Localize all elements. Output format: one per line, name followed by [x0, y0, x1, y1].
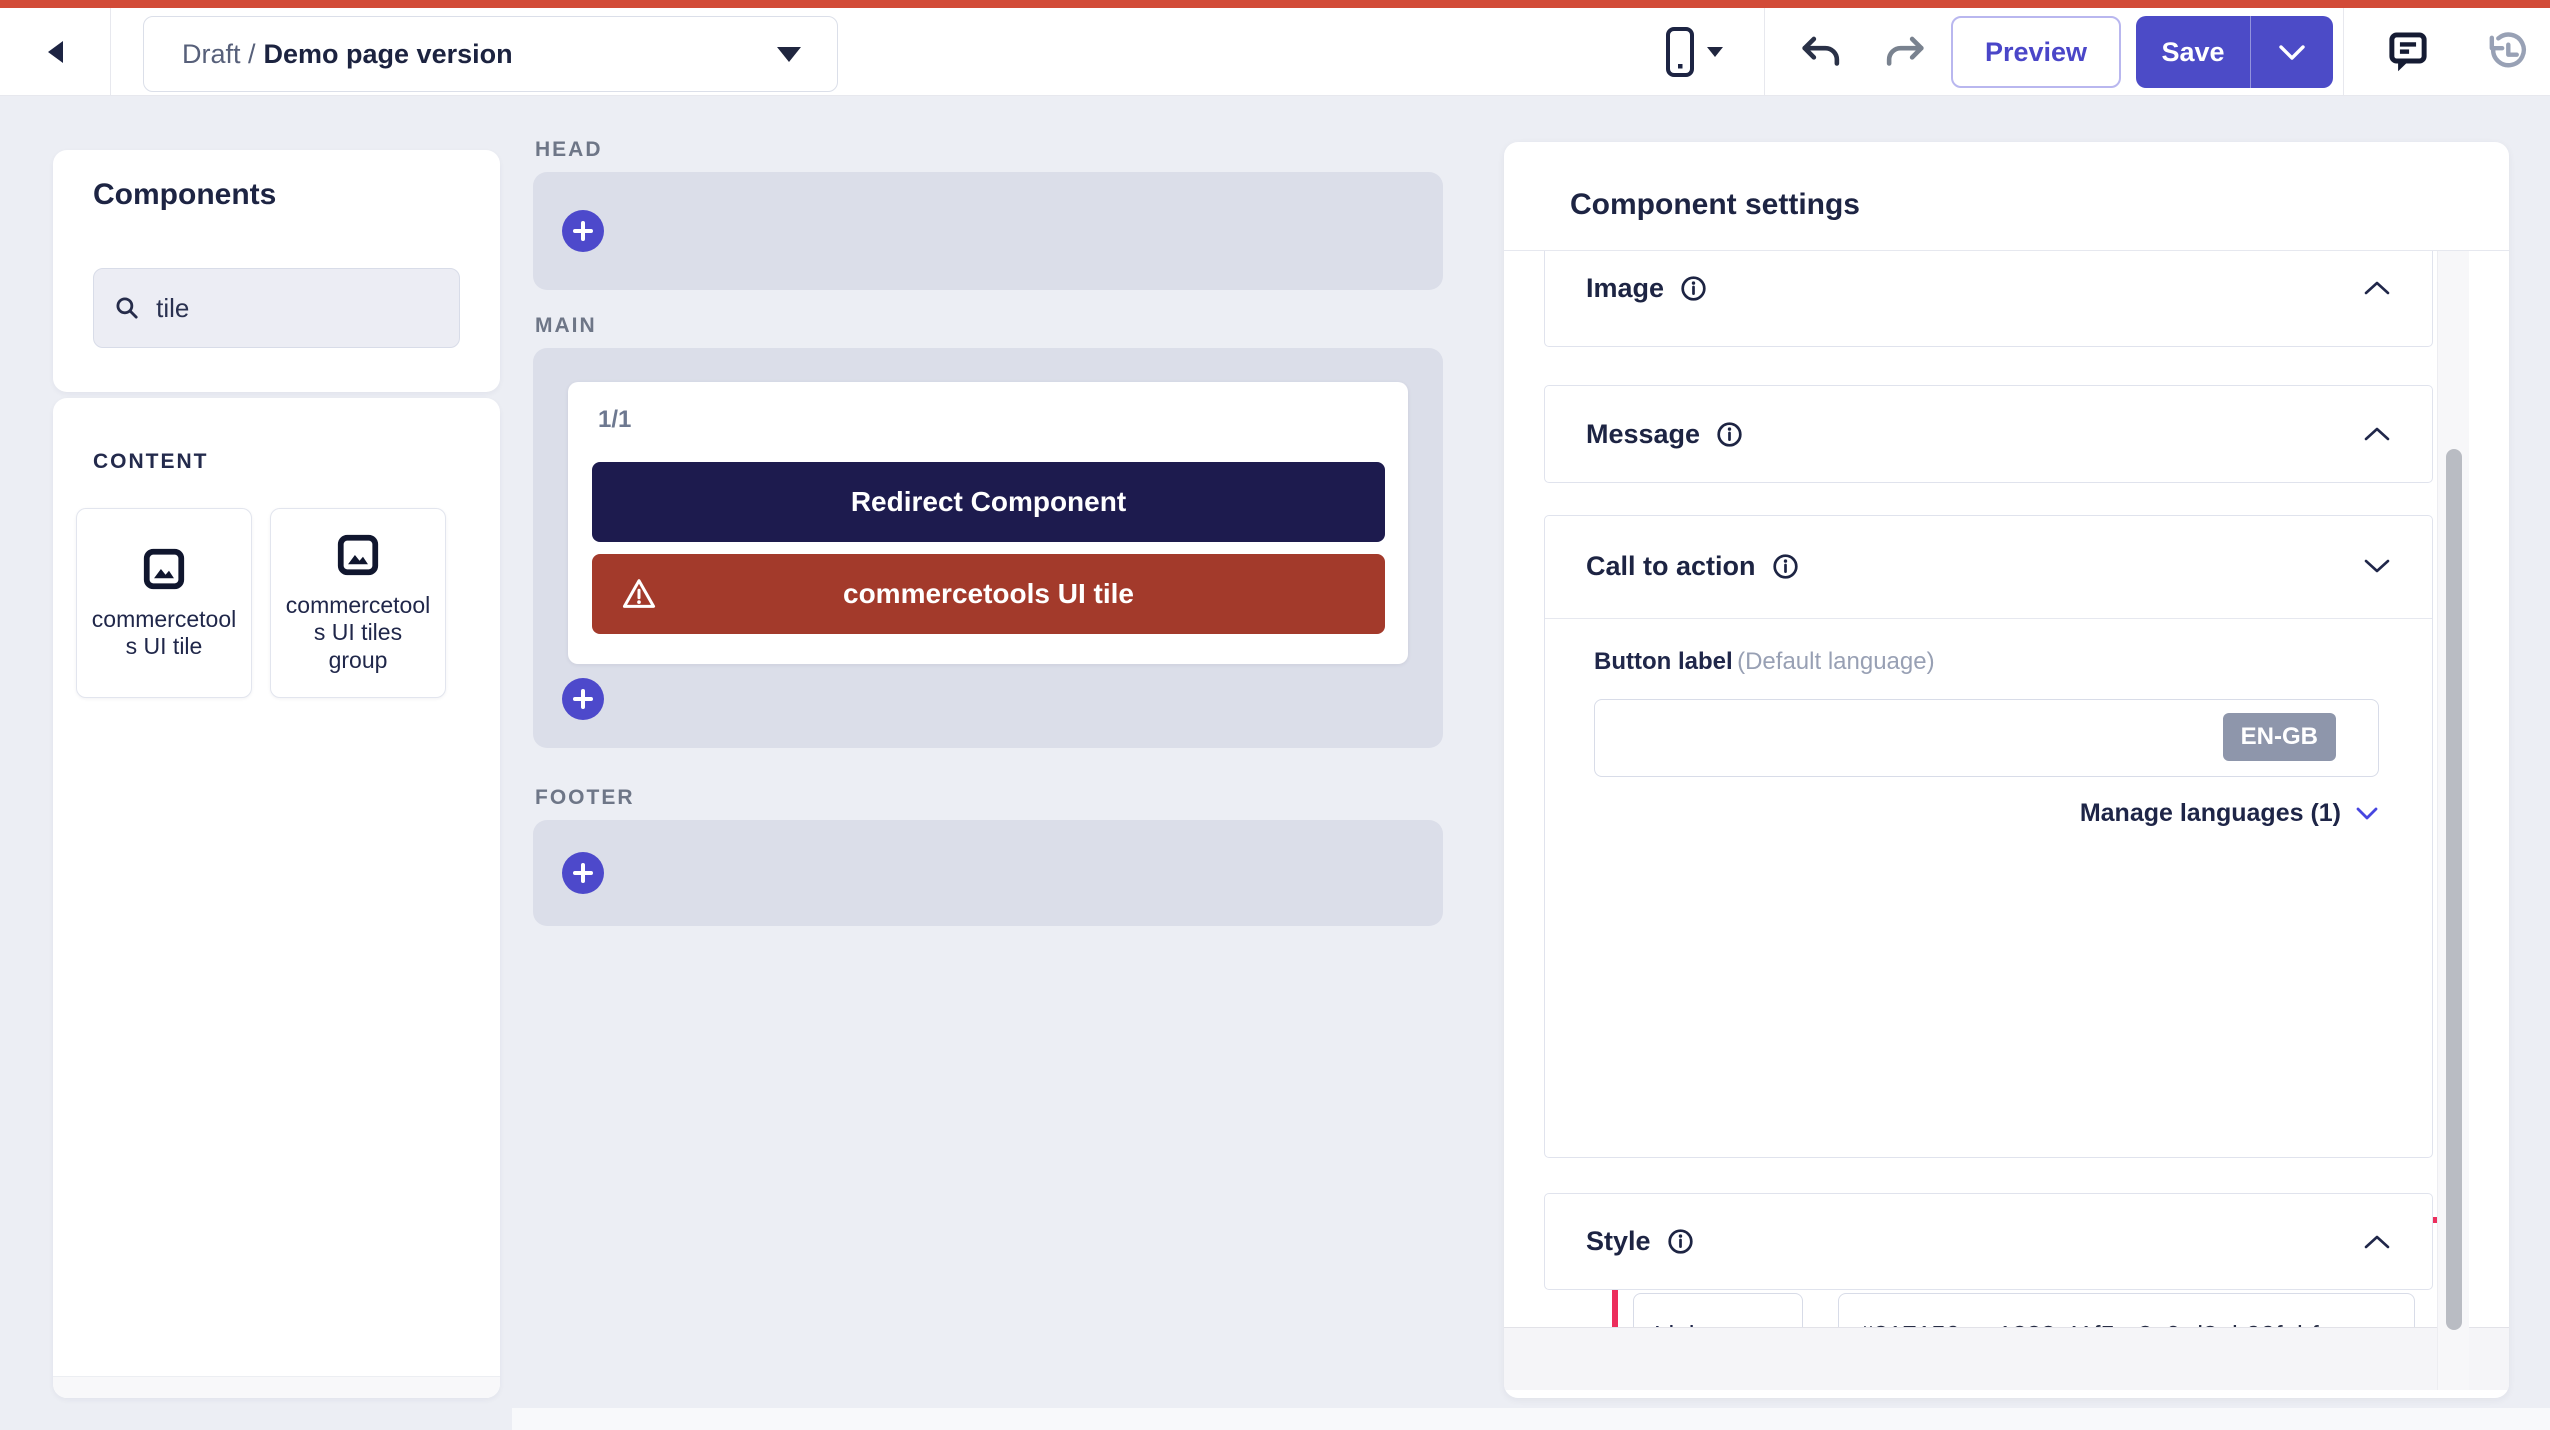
undo-button[interactable] — [1790, 24, 1850, 80]
divider — [1764, 8, 1765, 96]
page-frame: 1/1 Redirect Component commercetools UI … — [568, 382, 1408, 664]
mobile-phone-icon — [1663, 26, 1697, 78]
canvas-bottom-strip — [512, 1408, 2550, 1430]
settings-scrollbar-track — [2437, 251, 2469, 1390]
ui-tile-component-bar[interactable]: commercetools UI tile — [592, 554, 1385, 634]
component-search-input[interactable] — [156, 293, 439, 324]
comment-icon — [2386, 29, 2430, 75]
section-call-to-action: Call to action Button label (Default lan… — [1544, 515, 2433, 1158]
section-message: Message — [1544, 385, 2433, 483]
head-drop-zone — [533, 172, 1443, 290]
section-title: Call to action — [1586, 551, 1756, 582]
section-message-header[interactable]: Message — [1545, 386, 2432, 482]
section-cta-header[interactable]: Call to action — [1545, 516, 2432, 616]
chevron-down-icon — [1707, 47, 1723, 57]
image-icon — [335, 532, 381, 578]
component-search[interactable] — [93, 268, 460, 348]
chevron-up-icon — [2363, 280, 2391, 296]
save-button[interactable]: Save — [2136, 16, 2251, 88]
page-version-dropdown[interactable]: Draft / Demo page version — [143, 16, 838, 92]
component-item-ui-tile[interactable]: commercetools UI tile — [76, 508, 252, 698]
component-bar-label: commercetools UI tile — [843, 578, 1134, 610]
page-indicator: 1/1 — [598, 406, 631, 434]
version-state-label: Draft / — [182, 39, 256, 70]
version-name-label: Demo page version — [264, 39, 513, 70]
comments-button[interactable] — [2376, 24, 2440, 80]
plus-icon — [572, 688, 594, 710]
search-icon — [114, 293, 140, 323]
manage-languages-link[interactable]: Manage languages (1) — [2080, 799, 2341, 828]
section-image-header[interactable]: Image — [1545, 251, 2432, 346]
save-split-button[interactable]: Save — [2136, 16, 2333, 88]
back-button[interactable] — [0, 8, 110, 96]
panel-footer-strip — [53, 1376, 500, 1398]
chevron-up-icon — [2363, 426, 2391, 442]
image-icon — [141, 546, 187, 592]
zone-label-head: HEAD — [535, 138, 603, 162]
save-button-label: Save — [2161, 37, 2224, 68]
main-drop-zone: 1/1 Redirect Component commercetools UI … — [533, 348, 1443, 748]
back-arrow-icon — [48, 41, 63, 63]
component-item-ui-tiles-group[interactable]: commercetools UI tiles group — [270, 508, 446, 698]
info-icon[interactable] — [1680, 275, 1707, 302]
component-settings-panel: Component settings Image Message — [1504, 142, 2509, 1398]
add-component-head-button[interactable] — [562, 210, 604, 252]
redo-icon — [1883, 34, 1929, 70]
undo-icon — [1797, 34, 1843, 70]
components-list-panel: CONTENT commercetools UI tile commerceto… — [53, 398, 500, 1398]
components-panel: Components — [53, 150, 500, 392]
chevron-down-icon — [2363, 558, 2391, 574]
divider — [110, 8, 111, 96]
divider — [1545, 618, 2432, 619]
chevron-up-icon — [2363, 1234, 2391, 1250]
settings-scroll-area: Image Message — [1504, 251, 2509, 1390]
topbar-accent-strip — [0, 0, 2550, 8]
content-section-label: CONTENT — [93, 450, 209, 474]
component-item-label: commercetools UI tiles group — [284, 592, 432, 673]
redirect-component-bar[interactable]: Redirect Component — [592, 462, 1385, 542]
section-style: Style — [1544, 1193, 2433, 1290]
warning-icon — [620, 575, 658, 613]
plus-icon — [572, 862, 594, 884]
save-options-button[interactable] — [2251, 16, 2333, 88]
top-toolbar: Draft / Demo page version Preview Save — [0, 0, 2550, 96]
add-component-footer-button[interactable] — [562, 852, 604, 894]
panel-footer-strip — [1504, 1327, 2509, 1390]
info-icon[interactable] — [1667, 1228, 1694, 1255]
history-clock-icon — [2483, 29, 2529, 75]
component-item-label: commercetools UI tile — [90, 606, 238, 660]
zone-label-footer: FOOTER — [535, 786, 635, 810]
redo-button[interactable] — [1876, 24, 1936, 80]
chevron-down-icon — [777, 47, 801, 62]
section-title: Image — [1586, 273, 1664, 304]
preview-button[interactable]: Preview — [1951, 16, 2121, 88]
section-style-header[interactable]: Style — [1545, 1194, 2432, 1289]
history-button[interactable] — [2474, 24, 2538, 80]
divider — [2343, 8, 2344, 96]
info-icon[interactable] — [1772, 553, 1799, 580]
components-panel-title: Components — [93, 178, 276, 212]
chevron-down-icon — [2278, 44, 2306, 61]
settings-scrollbar-thumb[interactable] — [2446, 449, 2462, 1330]
manage-languages-row: Manage languages (1) — [1594, 799, 2379, 828]
locale-badge: EN-GB — [2223, 713, 2336, 761]
settings-panel-title: Component settings — [1570, 188, 1860, 222]
section-title: Message — [1586, 419, 1700, 450]
preview-button-label: Preview — [1985, 37, 2087, 68]
footer-drop-zone — [533, 820, 1443, 926]
button-label-field-label: Button label (Default language) — [1594, 648, 1935, 676]
component-bar-label: Redirect Component — [851, 486, 1126, 518]
default-language-hint: (Default language) — [1737, 648, 1934, 675]
device-preview-selector[interactable] — [1648, 16, 1738, 88]
add-component-main-button[interactable] — [562, 678, 604, 720]
info-icon[interactable] — [1716, 421, 1743, 448]
section-title: Style — [1586, 1226, 1651, 1257]
plus-icon — [572, 220, 594, 242]
section-image: Image — [1544, 251, 2433, 347]
zone-label-main: MAIN — [535, 314, 597, 338]
chevron-down-icon — [2355, 806, 2379, 821]
button-label-input-wrap: EN-GB — [1594, 699, 2379, 777]
